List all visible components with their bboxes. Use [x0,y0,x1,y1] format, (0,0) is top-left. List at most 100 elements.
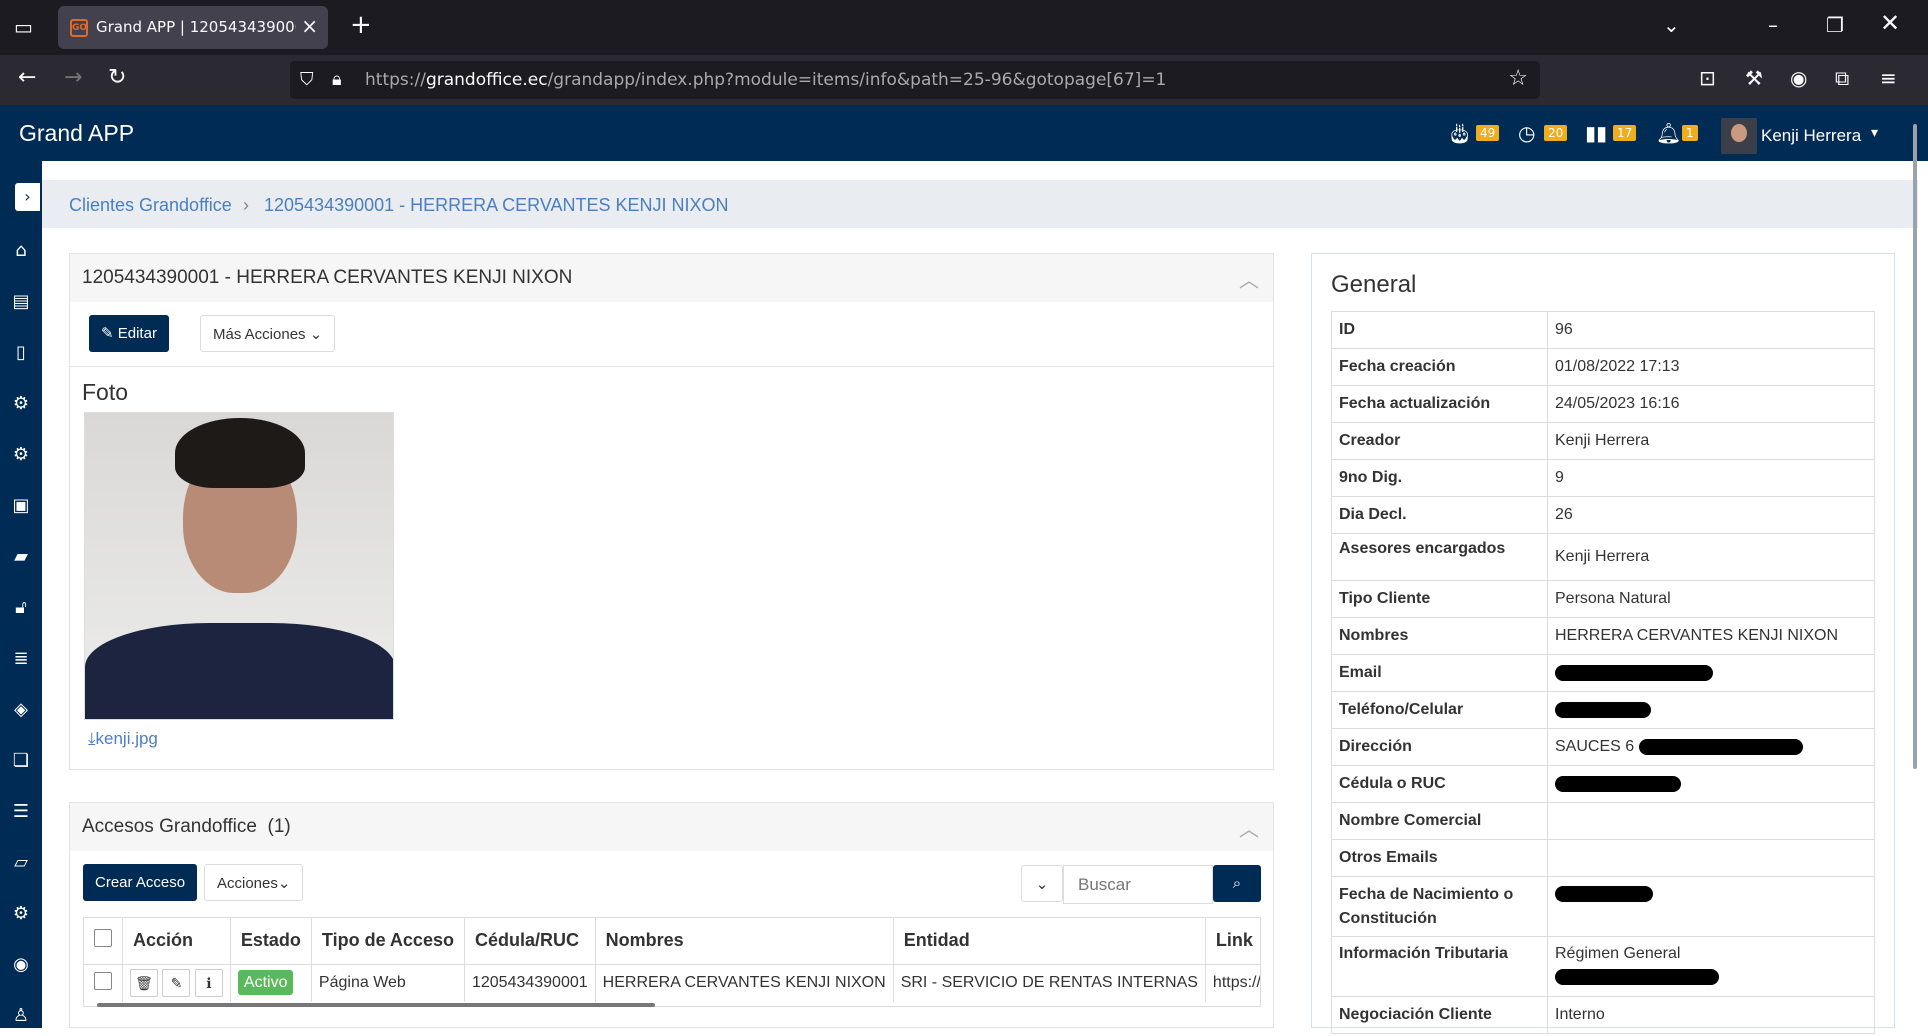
info-row: Información Tributaria Régimen General [1331,936,1875,997]
document-icon[interactable]: ▯ [0,333,42,373]
delete-icon[interactable]: 🗑︎ [130,969,158,998]
column-header[interactable]: Acción [122,918,231,964]
restore-icon[interactable]: ❐ [1826,15,1844,35]
user-circle-icon[interactable]: ◉ [0,945,42,985]
briefcase-icon[interactable]: ▮▮ [1585,121,1607,145]
shield-icon[interactable]: ⛉ [300,70,314,90]
info-icon[interactable]: ℹ [194,969,223,998]
home-icon[interactable]: ⌂ [0,231,42,271]
breadcrumb-root-link[interactable]: Clientes Grandoffice [69,195,232,216]
browser-tab[interactable]: GO Grand APP | 1205434390001 - HERRERA × [58,6,328,49]
page-vertical-scrollbar[interactable] [1913,124,1917,769]
record-panel-header[interactable]: 1205434390001 - HERRERA CERVANTES KENJI … [70,254,1273,302]
url-text[interactable]: https://grandoffice.ec/grandapp/index.ph… [365,70,1166,90]
photo-download-link[interactable]: ⤓kenji.jpg [88,729,158,749]
browser-nav-bar: ← → ↻ ⛉ 🔒︎ https://grandoffice.ec/granda… [0,55,1928,105]
reload-icon[interactable]: ↻ [108,67,126,89]
edit-icon[interactable]: ✎ [162,969,191,998]
info-label: Fecha creación [1331,348,1548,386]
column-header[interactable]: Estado [230,918,312,964]
access-panel-header[interactable]: Accesos Grandoffice (1) ︿ [70,803,1273,851]
lock-icon[interactable]: 🔒︎ [332,70,342,90]
database-icon[interactable]: ≣ [0,639,42,679]
folder-icon[interactable]: ▰ [0,537,42,577]
general-panel: General ID 96 Fecha creación 01/08/2022 17… [1311,253,1895,1034]
row-checkbox[interactable] [94,971,112,990]
sidebar: › ⌂ ▤ ▯ ⚙ ⚙ ▣ ▰ 🔓︎ ≣ ◈ ❏ ☰ ▱ ⚙ ◉ ♙ [0,161,42,1028]
client-photo[interactable] [84,412,394,720]
link-cell[interactable]: https://srienl [1205,963,1260,1002]
search-filter-dropdown[interactable]: ⌄ [1021,865,1063,902]
info-value: Kenji Herrera [1547,422,1875,460]
general-info-table: ID 96 Fecha creación 01/08/2022 17:13 Fech… [1331,311,1875,1034]
bell-icon[interactable]: 🔔︎ [1656,121,1681,145]
chevron-up-icon[interactable]: ︿ [1239,264,1259,293]
edit-button[interactable]: ✎ Editar [89,315,169,352]
chevron-up-icon[interactable]: ︿ [1239,813,1259,842]
account-icon[interactable]: ◉ [1790,68,1807,88]
record-panel: 1205434390001 - HERRERA CERVANTES KENJI … [69,253,1274,770]
bookmark-star-icon[interactable]: ☆ [1508,68,1528,90]
create-access-button[interactable]: Crear Acceso [83,864,198,901]
unlock-icon[interactable]: 🔓︎ [0,588,42,628]
info-label: Teléfono/Celular [1331,691,1548,729]
column-header[interactable]: Tipo de Acceso [311,918,465,964]
select-all-checkbox[interactable] [94,929,112,948]
select-all-checkbox-cell [84,918,123,964]
close-tab-icon[interactable]: × [301,14,318,38]
birthday-icon[interactable]: 🎂︎ [1447,121,1472,145]
bell-badge: 1 [1682,125,1698,141]
record-title: 1205434390001 - HERRERA CERVANTES KENJI … [82,267,573,288]
chevron-down-icon: ⌄ [1035,876,1049,893]
info-label: Dia Decl. [1331,496,1548,534]
accessibility-icon[interactable]: ♙ [0,996,42,1036]
forward-icon[interactable]: → [64,67,82,89]
column-header[interactable]: Entidad [893,918,1206,964]
more-actions-button[interactable]: Más Acciones ⌄ [200,315,336,352]
close-window-icon[interactable]: ✕ [1880,11,1900,35]
contact-book-icon[interactable]: ▣ [0,486,42,526]
tab-list-icon[interactable]: ▭ [14,17,33,37]
column-header[interactable]: Nombres [595,918,894,964]
column-header[interactable]: Cédula/RUC [464,918,596,964]
breadcrumb-current[interactable]: 1205434390001 - HERRERA CERVANTES KENJI … [264,195,729,216]
briefcase-badge: 17 [1613,125,1637,141]
cube-icon[interactable]: ◈ [0,690,42,730]
birthday-badge: 49 [1476,125,1500,141]
info-row: Nombres HERRERA CERVANTES KENJI NIXON [1331,617,1875,655]
cogs-icon[interactable]: ⚙ [0,384,42,424]
menu-icon[interactable]: ≡ [1880,68,1897,88]
server-icon[interactable]: ☰ [0,792,42,832]
app-header: Grand APP 🎂︎ 49 ◷ 20 ▮▮ 17 🔔︎ 1 Kenji He… [0,105,1928,161]
pocket-icon[interactable]: ⊡ [1699,68,1716,88]
id-card-icon[interactable]: ▤ [0,282,42,322]
tools-icon[interactable]: ⚒ [1745,68,1763,88]
info-value [1547,765,1875,803]
search-input[interactable] [1063,865,1213,904]
back-icon[interactable]: ← [18,67,36,89]
table-horizontal-scrollbar[interactable] [97,1003,655,1007]
info-value [1547,876,1875,937]
info-row: Asesores encargados Kenji Herrera [1331,533,1875,581]
redacted-phone [1555,701,1651,718]
cogs-icon[interactable]: ⚙ [0,435,42,475]
sidebar-toggle-icon[interactable]: › [15,183,40,211]
app-brand[interactable]: Grand APP [19,120,134,147]
search-button[interactable]: ⌕ [1213,865,1261,902]
extensions-icon[interactable]: ⧉ [1835,68,1849,88]
clock-icon[interactable]: ◷ [1518,121,1535,145]
new-tab-icon[interactable]: + [350,12,372,38]
actions-button[interactable]: Acciones⌄ [204,864,304,901]
list-all-tabs-icon[interactable]: ⌄ [1663,15,1680,35]
cogs-icon[interactable]: ⚙ [0,894,42,934]
info-value: HERRERA CERVANTES KENJI NIXON [1547,617,1875,655]
minimize-icon[interactable]: – [1768,15,1778,35]
files-icon[interactable]: ❏ [0,741,42,781]
info-value: 26 [1547,496,1875,534]
chevron-down-icon: ▾ [1871,125,1879,141]
info-value: 96 [1547,311,1875,349]
book-icon[interactable]: ▱ [0,843,42,883]
url-bar[interactable]: ⛉ 🔒︎ https://grandoffice.ec/grandapp/ind… [290,61,1540,99]
info-value: SAUCES 6 [1547,728,1875,766]
column-header[interactable]: Link [1205,918,1260,964]
